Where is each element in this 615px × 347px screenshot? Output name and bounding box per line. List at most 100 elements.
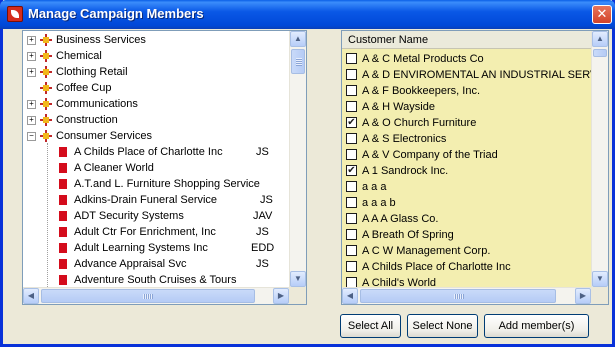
customer-row[interactable]: A & S Electronics <box>342 131 592 147</box>
customer-row[interactable]: A A A Glass Co. <box>342 211 592 227</box>
tree-item-label: Adkins-Drain Funeral Service <box>74 194 218 206</box>
tree-item-code: JS <box>256 146 269 158</box>
tree-item-row[interactable]: A Cleaner World <box>23 160 290 176</box>
app-icon <box>7 6 23 22</box>
tree-category-label: Coffee Cup <box>56 82 112 94</box>
customer-vertical-scrollbar[interactable]: ▲ ▼ <box>591 31 608 288</box>
customer-row[interactable]: a a a <box>342 179 592 195</box>
customer-name-label: A Breath Of Spring <box>362 229 454 241</box>
customer-row[interactable]: A Breath Of Spring <box>342 227 592 243</box>
checkbox-unchecked[interactable] <box>346 85 357 96</box>
tree-item-row[interactable]: Advance Appraisal Svc JS <box>23 256 290 272</box>
checkbox-unchecked[interactable] <box>346 69 357 80</box>
tree-category-row[interactable]: Coffee Cup <box>23 80 290 96</box>
customer-horizontal-scroll-thumb[interactable] <box>360 289 556 303</box>
tree-item-label: A.T.and L. Furniture Shopping Service <box>74 178 260 190</box>
category-tree-panel: + Business Services + Chemical + Clothing Ret… <box>22 30 307 305</box>
tree-item-code: JAV <box>253 210 273 222</box>
record-marker-icon <box>59 195 67 205</box>
scroll-down-arrow-icon[interactable]: ▼ <box>290 271 306 287</box>
customer-vertical-scroll-thumb[interactable] <box>593 49 607 57</box>
select-none-button[interactable]: Select None <box>407 314 478 338</box>
scroll-right-arrow-icon[interactable]: ▶ <box>575 288 591 304</box>
scroll-right-arrow-icon[interactable]: ▶ <box>273 288 289 304</box>
customer-name-label: A C W Management Corp. <box>362 245 491 257</box>
tree-item-label: Adult Learning Systems Inc <box>74 242 208 254</box>
customer-row[interactable]: A Childs Place of Charlotte Inc <box>342 259 592 275</box>
record-marker-icon <box>59 243 67 253</box>
tree-horizontal-scroll-thumb[interactable] <box>41 289 255 303</box>
tree-item-row[interactable]: Adventure South Cruises & Tours <box>23 272 290 288</box>
checkbox-unchecked[interactable] <box>346 245 357 256</box>
customer-row[interactable]: ✔ A & O Church Furniture <box>342 115 592 131</box>
scrollbar-corner <box>289 287 306 304</box>
title-bar[interactable]: Manage Campaign Members ✕ <box>0 0 615 29</box>
tree-item-label: Adventure South Cruises & Tours <box>74 274 237 286</box>
expand-icon[interactable]: + <box>27 36 36 45</box>
select-all-button[interactable]: Select All <box>340 314 401 338</box>
record-marker-icon <box>59 147 67 157</box>
tree-category-row[interactable]: + Communications <box>23 96 290 112</box>
customer-horizontal-scrollbar[interactable]: ◀ ▶ <box>342 287 592 304</box>
scroll-left-arrow-icon[interactable]: ◀ <box>23 288 39 304</box>
customer-row[interactable]: A & V Company of the Triad <box>342 147 592 163</box>
customer-row[interactable]: ✔ A 1 Sandrock Inc. <box>342 163 592 179</box>
customer-name-label: A 1 Sandrock Inc. <box>362 165 449 177</box>
customer-name-label: a a a <box>362 181 387 193</box>
customer-row[interactable]: a a a b <box>342 195 592 211</box>
tree-item-row[interactable]: A.T.and L. Furniture Shopping Service <box>23 176 290 192</box>
scroll-left-arrow-icon[interactable]: ◀ <box>342 288 358 304</box>
checkbox-unchecked[interactable] <box>346 197 357 208</box>
tree-item-code: JS <box>260 194 273 206</box>
checkbox-unchecked[interactable] <box>346 229 357 240</box>
checkbox-unchecked[interactable] <box>346 133 357 144</box>
tree-item-row[interactable]: A Childs Place of Charlotte Inc JS <box>23 144 290 160</box>
checkbox-checked[interactable]: ✔ <box>346 165 357 176</box>
customer-name-label: A & H Wayside <box>362 101 435 113</box>
checkbox-unchecked[interactable] <box>346 149 357 160</box>
expand-icon[interactable]: + <box>27 116 36 125</box>
expand-icon[interactable]: + <box>27 68 36 77</box>
customer-row[interactable]: A & C Metal Products Co <box>342 51 592 67</box>
manage-campaign-members-window: Manage Campaign Members ✕ + Business Serv… <box>0 0 615 347</box>
customer-name-label: A Childs Place of Charlotte Inc <box>362 261 511 273</box>
checkbox-unchecked[interactable] <box>346 101 357 112</box>
tree-category-row[interactable]: + Construction <box>23 112 290 128</box>
tree-vertical-scrollbar[interactable]: ▲ ▼ <box>289 31 306 288</box>
tree-item-row[interactable]: ADT Security Systems JAV <box>23 208 290 224</box>
tree-category-row[interactable]: − Consumer Services <box>23 128 290 144</box>
tree-item-row[interactable]: Adult Ctr For Enrichment, Inc JS <box>23 224 290 240</box>
tree-category-label: Business Services <box>56 34 146 46</box>
customer-name-column-header[interactable]: Customer Name <box>342 31 592 49</box>
customer-name-label: A & F Bookkeepers, Inc. <box>362 85 481 97</box>
scroll-up-arrow-icon[interactable]: ▲ <box>592 31 608 47</box>
customer-row[interactable]: A & F Bookkeepers, Inc. <box>342 83 592 99</box>
close-button[interactable]: ✕ <box>592 5 612 24</box>
customer-row[interactable]: A & D ENVIROMENTAL AN INDUSTRIAL SERVI..… <box>342 67 592 83</box>
checkbox-unchecked[interactable] <box>346 213 357 224</box>
checkbox-unchecked[interactable] <box>346 181 357 192</box>
scroll-down-arrow-icon[interactable]: ▼ <box>592 271 608 287</box>
tree-category-label: Consumer Services <box>56 130 152 142</box>
scroll-up-arrow-icon[interactable]: ▲ <box>290 31 306 47</box>
expand-icon[interactable]: + <box>27 100 36 109</box>
tree-vertical-scroll-thumb[interactable] <box>291 49 305 74</box>
customer-row[interactable]: A C W Management Corp. <box>342 243 592 259</box>
tree-category-row[interactable]: + Chemical <box>23 48 290 64</box>
tree-horizontal-scrollbar[interactable]: ◀ ▶ <box>23 287 290 304</box>
tree-item-label: Advance Appraisal Svc <box>74 258 187 270</box>
tree-item-row[interactable]: Adkins-Drain Funeral Service JS <box>23 192 290 208</box>
customer-name-label: A & C Metal Products Co <box>362 53 484 65</box>
add-members-button[interactable]: Add member(s) <box>484 314 589 338</box>
collapse-icon[interactable]: − <box>27 132 36 141</box>
tree-item-label: A Cleaner World <box>74 162 154 174</box>
customer-row[interactable]: A & H Wayside <box>342 99 592 115</box>
customer-list: Customer Name A & C Metal Products Co A &… <box>342 31 592 288</box>
tree-item-row[interactable]: Adult Learning Systems Inc EDD <box>23 240 290 256</box>
checkbox-checked[interactable]: ✔ <box>346 117 357 128</box>
tree-category-row[interactable]: + Clothing Retail <box>23 64 290 80</box>
checkbox-unchecked[interactable] <box>346 261 357 272</box>
checkbox-unchecked[interactable] <box>346 53 357 64</box>
tree-category-row[interactable]: + Business Services <box>23 32 290 48</box>
expand-icon[interactable]: + <box>27 52 36 61</box>
